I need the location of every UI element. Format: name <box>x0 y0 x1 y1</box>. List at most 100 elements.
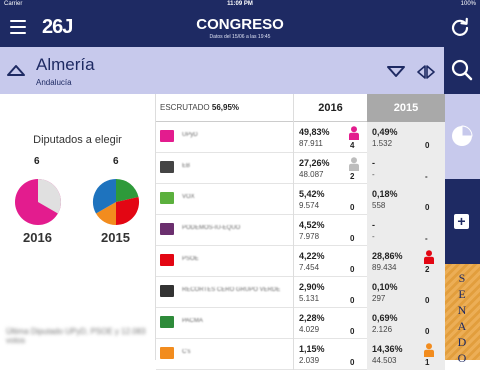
escrutado-label: ESCRUTADO 56,95% <box>160 103 240 112</box>
cell-2016: 49,83% 87.911 4 <box>293 122 367 153</box>
seats-2015: 0 <box>425 327 430 336</box>
region-selector[interactable]: Almería Andalucía <box>0 47 444 94</box>
party-logo <box>160 316 174 328</box>
percent-2016: 5,42% <box>299 189 325 199</box>
seats-2015: 0 <box>425 296 430 305</box>
percent-2015: 14,36% <box>372 344 403 354</box>
percent-2015: 0,10% <box>372 282 398 292</box>
seats-2015: 0 <box>425 141 430 150</box>
table-row[interactable]: PSOE 4,22% 7.454 0 28,86% 89.434 2 <box>156 246 445 277</box>
chevron-up-icon[interactable] <box>6 63 26 77</box>
table-row[interactable]: PACMA 2,28% 4.029 0 0,69% 2.126 0 <box>156 308 445 339</box>
party-logo <box>160 192 174 204</box>
table-row[interactable]: UPyD 49,83% 87.911 4 0,49% 1.532 0 <box>156 122 445 153</box>
seats-2015: 1 <box>425 358 430 367</box>
percent-2015: 28,86% <box>372 251 403 261</box>
party-logo <box>160 254 174 266</box>
pie-2016 <box>15 179 61 225</box>
votes-2015: 2.126 <box>372 325 393 334</box>
table-row[interactable]: C's 1,15% 2.039 0 14,36% 44.503 1 <box>156 339 445 370</box>
votes-2016: 4.029 <box>299 325 320 334</box>
senado-tab[interactable]: S E N A D O <box>444 264 480 365</box>
cell-2016: 2,90% 5.131 0 <box>293 277 367 308</box>
percent-2015: 0,18% <box>372 189 398 199</box>
votes-2015: 297 <box>372 294 386 303</box>
column-2015[interactable]: 2015 <box>367 94 445 122</box>
pie-2015 <box>92 178 140 226</box>
cell-2015: 28,86% 89.434 2 <box>367 246 445 277</box>
battery-label: 100% <box>460 1 476 7</box>
left-right-arrows-icon[interactable] <box>416 65 436 79</box>
seats-2016: 0 <box>350 296 355 305</box>
cell-2016: 4,22% 7.454 0 <box>293 246 367 277</box>
seats-2016: 4 <box>350 141 355 150</box>
votes-2015: - <box>372 232 375 241</box>
clock: 11:09 PM <box>227 1 253 7</box>
percent-2015: - <box>372 158 375 168</box>
cell-2016: 2,28% 4.029 0 <box>293 308 367 339</box>
party-logo <box>160 347 174 359</box>
cell-2015: - - - <box>367 153 445 184</box>
percent-2016: 4,22% <box>299 251 325 261</box>
percent-2015: 0,49% <box>372 127 398 137</box>
party-name: PSOE <box>182 256 199 262</box>
votes-2016: 9.574 <box>299 201 320 210</box>
percent-2015: - <box>372 220 375 230</box>
cell-2016: 5,42% 9.574 0 <box>293 184 367 215</box>
seats-2015: - <box>425 234 428 243</box>
person-icon <box>348 126 360 140</box>
party-name: RECORTES CERO GRUPO VERDE <box>182 287 281 293</box>
table-header: ESCRUTADO 56,95% 2016 2015 <box>156 94 445 122</box>
chevron-down-icon[interactable] <box>386 65 406 79</box>
table-row[interactable]: EB 27,26% 48.087 2 - - - <box>156 153 445 184</box>
party-name: UPyD <box>182 132 198 138</box>
seats-2016: 0 <box>350 203 355 212</box>
cell-2015: 0,69% 2.126 0 <box>367 308 445 339</box>
refresh-icon[interactable] <box>450 17 470 37</box>
cell-2016: 1,15% 2.039 0 <box>293 339 367 370</box>
seats-2015: 2 <box>425 265 430 274</box>
add-region-button[interactable]: + <box>444 179 480 264</box>
percent-2016: 49,83% <box>299 127 330 137</box>
page-title: CONGRESO <box>196 16 284 33</box>
search-button[interactable] <box>444 47 480 94</box>
person-icon <box>348 157 360 171</box>
column-2016[interactable]: 2016 <box>293 94 367 122</box>
party-logo <box>160 285 174 297</box>
nav-bar: 26J CONGRESO Datos del 15/06 a las 19:45 <box>0 8 480 47</box>
seats-2016: 0 <box>350 327 355 336</box>
votes-2016: 2.039 <box>299 356 320 365</box>
year-label-2016: 2016 <box>23 230 52 245</box>
percent-2016: 4,52% <box>299 220 325 230</box>
votes-2016: 5.131 <box>299 294 320 303</box>
seats-2015: 0 <box>425 203 430 212</box>
plus-icon: + <box>454 214 469 229</box>
table-row[interactable]: VOX 5,42% 9.574 0 0,18% 558 0 <box>156 184 445 215</box>
region-community: Andalucía <box>36 78 72 87</box>
cell-2015: 0,18% 558 0 <box>367 184 445 215</box>
party-name: PODEMOS-IU-EQUO <box>182 225 241 231</box>
senado-label: S E N A D O <box>457 271 467 365</box>
table-row[interactable]: PODEMOS-IU-EQUO 4,52% 7.978 0 - - - <box>156 215 445 246</box>
votes-2016: 87.911 <box>299 139 323 148</box>
chart-view-button[interactable] <box>444 94 480 179</box>
cell-2015: 0,10% 297 0 <box>367 277 445 308</box>
search-icon <box>451 59 473 81</box>
seats-count-2015: 6 <box>113 156 119 167</box>
status-bar: Carrier 11:09 PM 100% <box>0 0 480 8</box>
person-icon <box>423 343 435 357</box>
cell-2015: - - - <box>367 215 445 246</box>
percent-2016: 27,26% <box>299 158 330 168</box>
percent-2016: 2,28% <box>299 313 325 323</box>
votes-2015: 1.532 <box>372 139 393 148</box>
cell-2015: 0,49% 1.532 0 <box>367 122 445 153</box>
seats-2015: - <box>425 172 428 181</box>
party-logo <box>160 130 174 142</box>
seats-2016: 0 <box>350 265 355 274</box>
cell-2016: 4,52% 7.978 0 <box>293 215 367 246</box>
seats-2016: 0 <box>350 358 355 367</box>
party-name: VOX <box>182 194 195 200</box>
results-table: ESCRUTADO 56,95% 2016 2015 UPyD 49,83% 87.… <box>155 94 445 370</box>
cell-2015: 14,36% 44.503 1 <box>367 339 445 370</box>
table-row[interactable]: RECORTES CERO GRUPO VERDE 2,90% 5.131 0 0,10… <box>156 277 445 308</box>
